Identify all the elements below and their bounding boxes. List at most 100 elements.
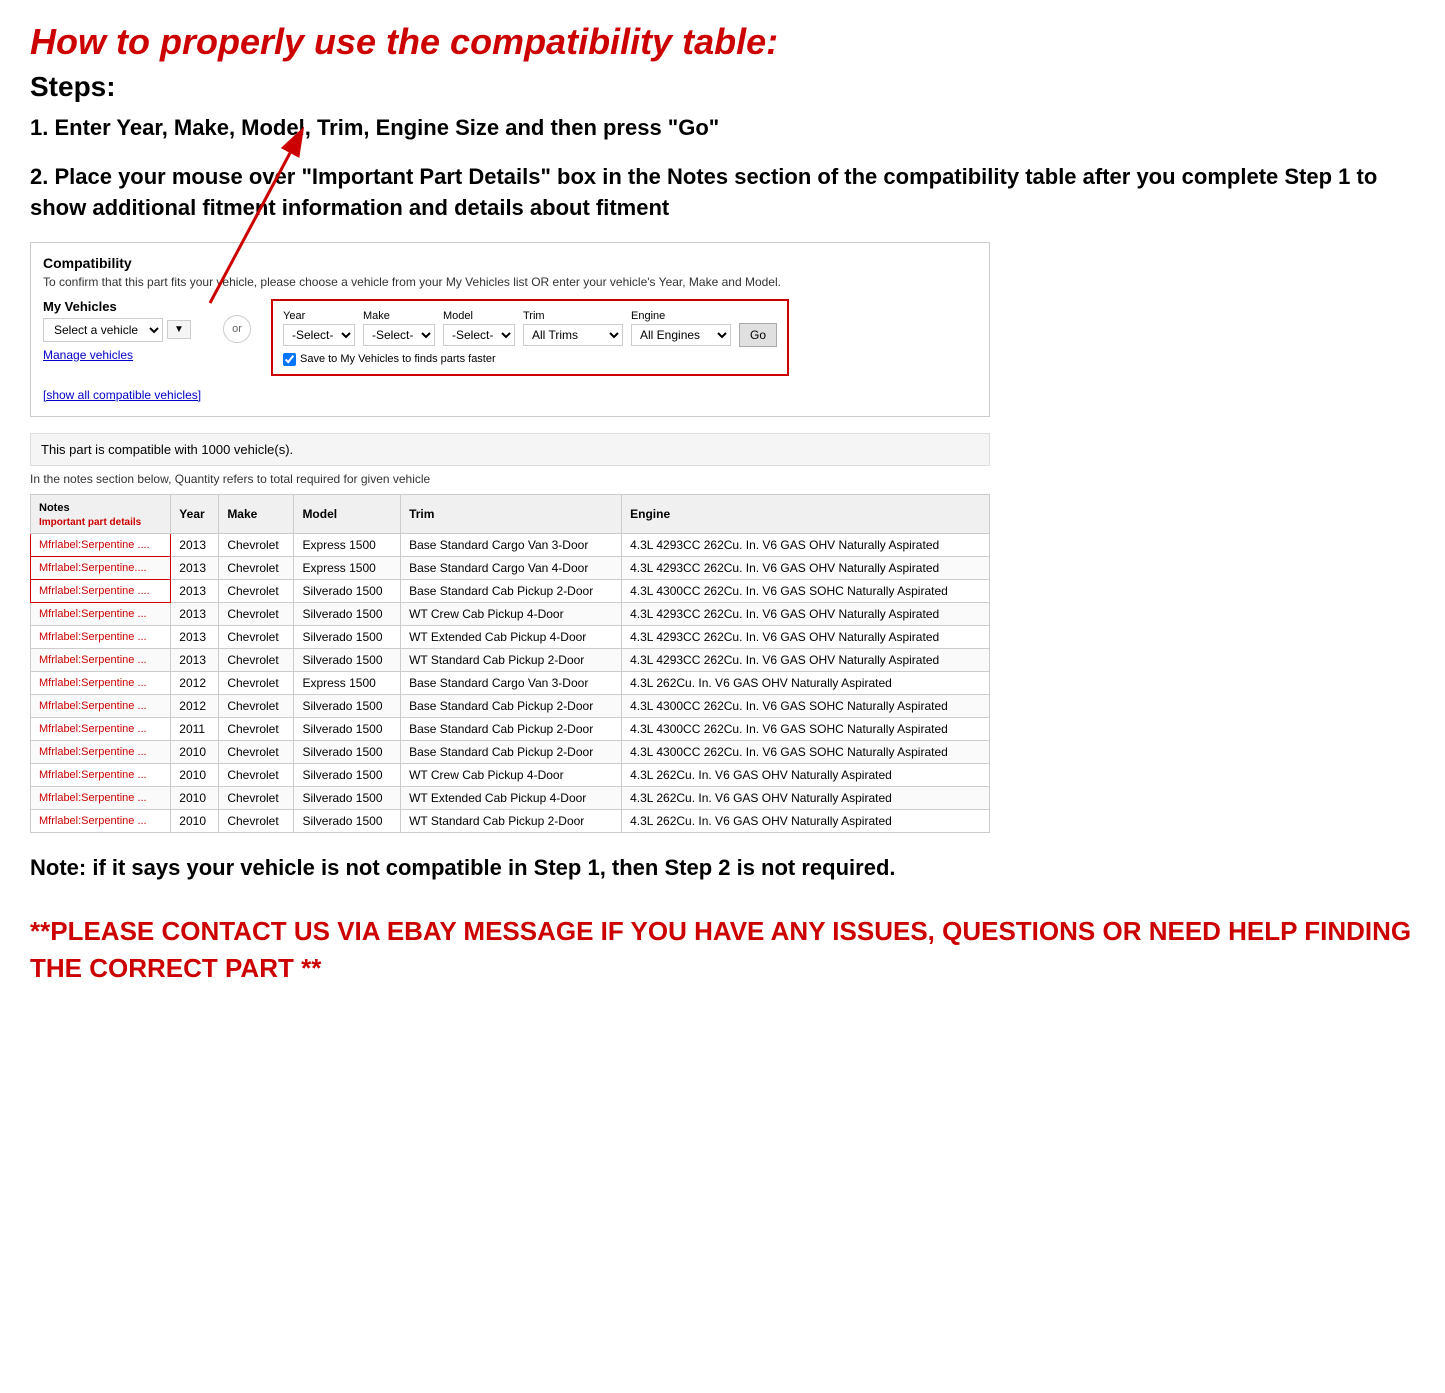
cell-make: Chevrolet	[219, 717, 294, 740]
cell-engine: 4.3L 262Cu. In. V6 GAS OHV Naturally Asp…	[622, 786, 990, 809]
model-select[interactable]: -Select-	[443, 324, 515, 346]
cell-notes: Mfrlabel:Serpentine ...	[31, 763, 171, 786]
table-row: Mfrlabel:Serpentine ...2011ChevroletSilv…	[31, 717, 990, 740]
cell-notes: Mfrlabel:Serpentine ...	[31, 740, 171, 763]
compat-title: Compatibility	[43, 255, 977, 271]
cell-engine: 4.3L 4300CC 262Cu. In. V6 GAS SOHC Natur…	[622, 694, 990, 717]
cell-trim: WT Crew Cab Pickup 4-Door	[401, 763, 622, 786]
col-trim: Trim	[401, 494, 622, 533]
cell-model: Silverado 1500	[294, 717, 401, 740]
cell-engine: 4.3L 262Cu. In. V6 GAS OHV Naturally Asp…	[622, 671, 990, 694]
col-make: Make	[219, 494, 294, 533]
cell-model: Silverado 1500	[294, 763, 401, 786]
year-select[interactable]: -Select-	[283, 324, 355, 346]
cell-year: 2012	[171, 694, 219, 717]
table-row: Mfrlabel:Serpentine ...2013ChevroletSilv…	[31, 648, 990, 671]
vehicle-select[interactable]: Select a vehicle	[43, 318, 163, 342]
make-select[interactable]: -Select-	[363, 324, 435, 346]
cell-year: 2010	[171, 809, 219, 832]
cell-year: 2012	[171, 671, 219, 694]
col-model: Model	[294, 494, 401, 533]
or-circle: or	[223, 315, 251, 343]
go-button[interactable]: Go	[739, 323, 777, 347]
cell-engine: 4.3L 4300CC 262Cu. In. V6 GAS SOHC Natur…	[622, 740, 990, 763]
compatible-count-text: This part is compatible with 1000 vehicl…	[41, 442, 293, 457]
table-row: Mfrlabel:Serpentine ...2013ChevroletSilv…	[31, 602, 990, 625]
cell-notes: Mfrlabel:Serpentine ....	[31, 579, 171, 602]
year-make-section: Year -Select- Make -Select- Model -Selec…	[271, 299, 789, 376]
cell-make: Chevrolet	[219, 556, 294, 579]
table-row: Mfrlabel:Serpentine ...2010ChevroletSilv…	[31, 740, 990, 763]
contact-text: **PLEASE CONTACT US VIA EBAY MESSAGE IF …	[30, 913, 1415, 986]
cell-model: Silverado 1500	[294, 579, 401, 602]
cell-make: Chevrolet	[219, 625, 294, 648]
trim-select[interactable]: All Trims	[523, 324, 623, 346]
table-row: Mfrlabel:Serpentine ...2010ChevroletSilv…	[31, 763, 990, 786]
compatible-count-bar: This part is compatible with 1000 vehicl…	[30, 433, 990, 466]
cell-year: 2013	[171, 556, 219, 579]
col-year: Year	[171, 494, 219, 533]
cell-notes: Mfrlabel:Serpentine ...	[31, 809, 171, 832]
manage-vehicles-link[interactable]: Manage vehicles	[43, 348, 203, 362]
cell-trim: Base Standard Cab Pickup 2-Door	[401, 740, 622, 763]
cell-model: Express 1500	[294, 556, 401, 579]
compatibility-table: Notes Important part details Year Make M…	[30, 494, 990, 833]
save-checkbox[interactable]	[283, 353, 296, 366]
dropdown-arrow-icon[interactable]: ▼	[167, 320, 191, 339]
cell-make: Chevrolet	[219, 671, 294, 694]
cell-make: Chevrolet	[219, 648, 294, 671]
table-row: Mfrlabel:Serpentine ...2012ChevroletSilv…	[31, 694, 990, 717]
cell-year: 2010	[171, 786, 219, 809]
cell-engine: 4.3L 4293CC 262Cu. In. V6 GAS OHV Natura…	[622, 533, 990, 556]
cell-model: Express 1500	[294, 671, 401, 694]
table-row: Mfrlabel:Serpentine ....2013ChevroletExp…	[31, 533, 990, 556]
cell-trim: Base Standard Cab Pickup 2-Door	[401, 694, 622, 717]
cell-make: Chevrolet	[219, 809, 294, 832]
cell-engine: 4.3L 4300CC 262Cu. In. V6 GAS SOHC Natur…	[622, 579, 990, 602]
cell-trim: Base Standard Cargo Van 3-Door	[401, 671, 622, 694]
cell-notes: Mfrlabel:Serpentine ...	[31, 625, 171, 648]
table-row: Mfrlabel:Serpentine ...2012ChevroletExpr…	[31, 671, 990, 694]
cell-trim: WT Extended Cab Pickup 4-Door	[401, 625, 622, 648]
compatibility-box: Compatibility To confirm that this part …	[30, 242, 990, 417]
cell-trim: WT Crew Cab Pickup 4-Door	[401, 602, 622, 625]
cell-notes: Mfrlabel:Serpentine ....	[31, 533, 171, 556]
table-row: Mfrlabel:Serpentine ...2013ChevroletSilv…	[31, 625, 990, 648]
main-title: How to properly use the compatibility ta…	[30, 20, 1415, 63]
engine-select[interactable]: All Engines	[631, 324, 731, 346]
engine-label: Engine	[631, 310, 731, 322]
cell-model: Silverado 1500	[294, 648, 401, 671]
cell-model: Silverado 1500	[294, 602, 401, 625]
cell-make: Chevrolet	[219, 694, 294, 717]
cell-notes: Mfrlabel:Serpentine ...	[31, 648, 171, 671]
cell-notes: Mfrlabel:Serpentine ...	[31, 717, 171, 740]
cell-make: Chevrolet	[219, 602, 294, 625]
cell-trim: WT Extended Cab Pickup 4-Door	[401, 786, 622, 809]
cell-trim: WT Standard Cab Pickup 2-Door	[401, 648, 622, 671]
year-label: Year	[283, 310, 355, 322]
table-row: Mfrlabel:Serpentine ....2013ChevroletSil…	[31, 579, 990, 602]
model-label: Model	[443, 310, 515, 322]
table-row: Mfrlabel:Serpentine ...2010ChevroletSilv…	[31, 809, 990, 832]
col-notes: Notes Important part details	[31, 494, 171, 533]
cell-model: Express 1500	[294, 533, 401, 556]
my-vehicles-section: My Vehicles Select a vehicle ▼ Manage ve…	[43, 299, 203, 366]
cell-year: 2011	[171, 717, 219, 740]
cell-make: Chevrolet	[219, 786, 294, 809]
cell-notes: Mfrlabel:Serpentine ...	[31, 602, 171, 625]
cell-year: 2013	[171, 533, 219, 556]
save-label: Save to My Vehicles to finds parts faste…	[300, 353, 496, 365]
trim-label: Trim	[523, 310, 623, 322]
show-all-link[interactable]: [show all compatible vehicles]	[43, 388, 201, 402]
step1-text: 1. Enter Year, Make, Model, Trim, Engine…	[30, 113, 1415, 144]
cell-year: 2010	[171, 763, 219, 786]
cell-engine: 4.3L 4293CC 262Cu. In. V6 GAS OHV Natura…	[622, 625, 990, 648]
cell-engine: 4.3L 4293CC 262Cu. In. V6 GAS OHV Natura…	[622, 556, 990, 579]
cell-year: 2010	[171, 740, 219, 763]
cell-model: Silverado 1500	[294, 694, 401, 717]
cell-make: Chevrolet	[219, 579, 294, 602]
note-text: Note: if it says your vehicle is not com…	[30, 853, 1415, 884]
cell-model: Silverado 1500	[294, 809, 401, 832]
table-row: Mfrlabel:Serpentine....2013ChevroletExpr…	[31, 556, 990, 579]
my-vehicles-label: My Vehicles	[43, 299, 203, 314]
